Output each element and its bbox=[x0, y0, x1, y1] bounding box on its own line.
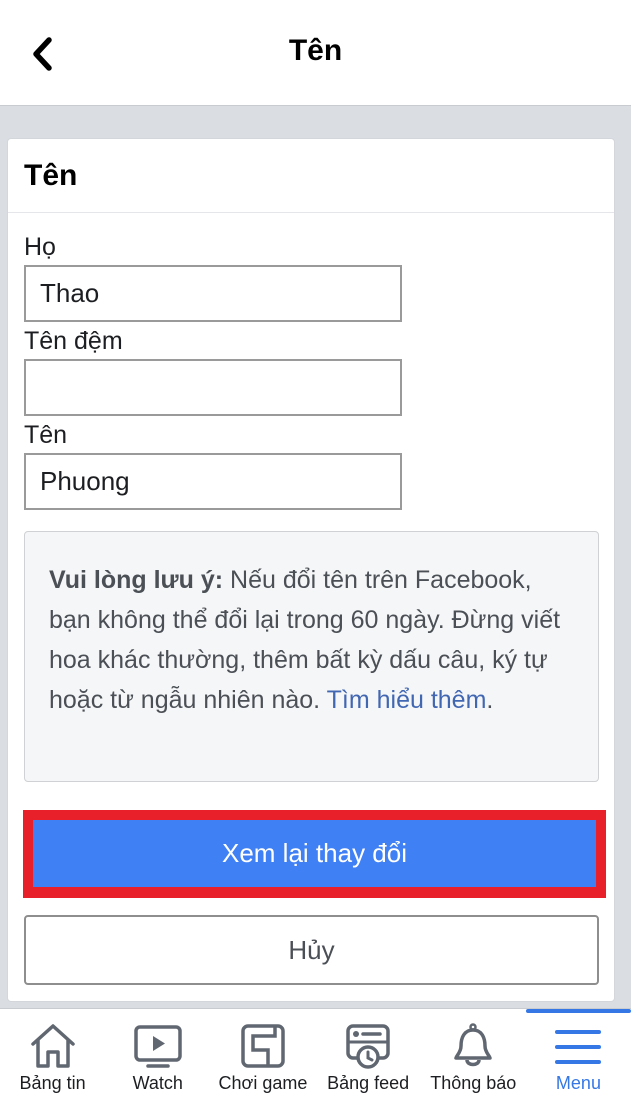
tab-label: Chơi game bbox=[218, 1073, 308, 1093]
last-name-input[interactable] bbox=[24, 265, 402, 322]
tab-label: Menu bbox=[555, 1073, 601, 1093]
tab-label: Bảng feed bbox=[327, 1073, 410, 1093]
learn-more-link[interactable]: Tìm hiểu thêm bbox=[327, 686, 487, 714]
tab-label: Bảng tin bbox=[19, 1073, 86, 1093]
tab-label: Watch bbox=[132, 1073, 183, 1093]
feeds-icon bbox=[346, 1024, 390, 1069]
tab-news-feed[interactable]: Bảng tin bbox=[0, 1009, 105, 1098]
page-title: Tên bbox=[288, 34, 343, 67]
notice-heading: Vui lòng lưu ý: bbox=[49, 566, 224, 594]
watch-play-icon bbox=[134, 1025, 182, 1068]
last-name-label: Họ bbox=[24, 233, 56, 261]
bottom-tab-bar: Bảng tin Watch Chơi game Bảng feed Thông… bbox=[0, 1008, 631, 1098]
notice-end: . bbox=[486, 686, 494, 714]
tab-label: Thông báo bbox=[430, 1073, 517, 1093]
tab-watch[interactable]: Watch bbox=[105, 1009, 210, 1098]
cancel-button[interactable]: Hủy bbox=[24, 915, 599, 985]
home-icon bbox=[30, 1024, 75, 1068]
bell-icon bbox=[454, 1023, 493, 1067]
middle-name-label: Tên đệm bbox=[24, 327, 123, 355]
name-card: Tên Họ Tên đệm Tên Vui lòng lưu ý: Nếu đ… bbox=[7, 138, 615, 1002]
name-change-notice: Vui lòng lưu ý: Nếu đổi tên trên Faceboo… bbox=[24, 531, 599, 782]
tab-notifications[interactable]: Thông báo bbox=[421, 1009, 526, 1098]
top-bar: Tên bbox=[0, 0, 631, 106]
tab-menu[interactable]: Menu bbox=[525, 1009, 631, 1098]
first-name-input[interactable] bbox=[24, 453, 402, 510]
tab-feeds[interactable]: Bảng feed bbox=[316, 1009, 421, 1098]
tab-gaming[interactable]: Chơi game bbox=[210, 1009, 315, 1098]
menu-icon bbox=[555, 1030, 602, 1064]
highlight-frame: Xem lại thay đổi bbox=[23, 810, 606, 898]
review-changes-button[interactable]: Xem lại thay đổi bbox=[33, 820, 596, 887]
card-title: Tên bbox=[8, 139, 614, 213]
middle-name-input[interactable] bbox=[24, 359, 402, 416]
gaming-icon bbox=[241, 1024, 285, 1068]
first-name-label: Tên bbox=[24, 421, 68, 449]
